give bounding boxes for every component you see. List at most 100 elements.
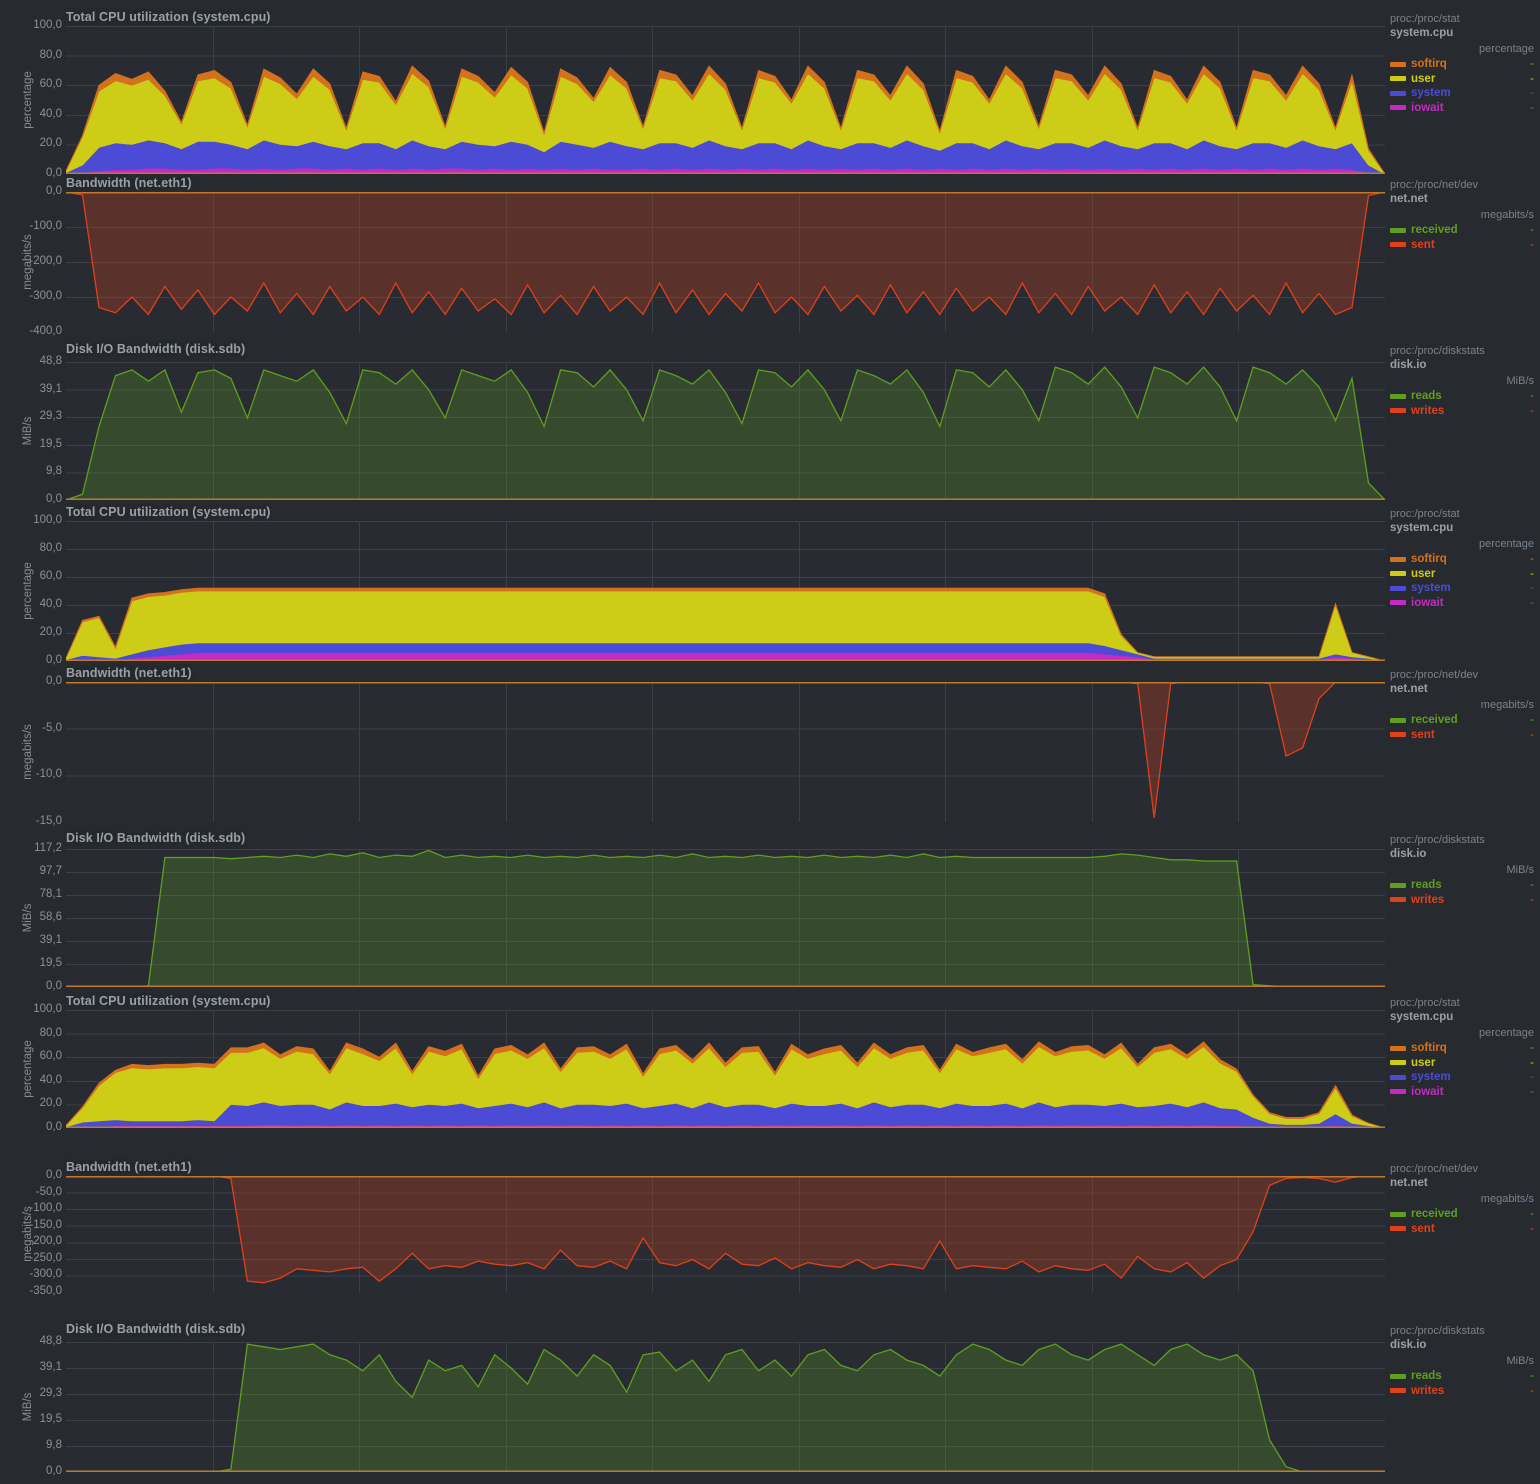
- y-tick: 100,0: [33, 19, 62, 31]
- legend-dimension-value: -: [1530, 87, 1534, 100]
- plot-wrap-disk-1: MiB/s 48,8 39,1 29,3 19,5 9,8 0,0: [0, 355, 1385, 505]
- legend-dimension-label: received: [1411, 1208, 1458, 1221]
- plot-wrap-net-2: megabits/s 0,0 -5,0 -10,0 -15,0: [0, 675, 1385, 827]
- y-tick: 40,0: [39, 1073, 62, 1086]
- y-tick: 78,1: [39, 888, 62, 900]
- legend-chart-id: net.net: [1390, 193, 1428, 205]
- legend-dimension-iowait[interactable]: iowait -: [1390, 596, 1540, 611]
- legend-disk-2: proc:/proc/diskstats disk.io MiB/s reads - wr…: [1390, 833, 1540, 907]
- y-tick: 97,7: [39, 865, 62, 877]
- y-tick: 29,3: [39, 1387, 62, 1399]
- legend-dimension-softirq[interactable]: softirq -: [1390, 552, 1540, 567]
- legend-cpu-2: proc:/proc/stat system.cpu percentage softi…: [1390, 507, 1540, 610]
- legend-swatch-received: [1390, 227, 1406, 233]
- legend-dimension-iowait[interactable]: iowait -: [1390, 101, 1540, 116]
- legend-dimension-value: -: [1530, 101, 1534, 114]
- plot-area-net-2[interactable]: [66, 682, 1385, 822]
- legend-cpu-3: proc:/proc/stat system.cpu percentage softi…: [1390, 996, 1540, 1099]
- y-tick: 0,0: [46, 675, 62, 687]
- plot-area-cpu-3[interactable]: [66, 1010, 1385, 1128]
- legend-dimension-received[interactable]: received -: [1390, 713, 1540, 728]
- plot-area-disk-2[interactable]: [66, 849, 1385, 987]
- legend-dimension-label: system: [1411, 582, 1451, 595]
- legend-net-2: proc:/proc/net/dev net.net megabits/s recei…: [1390, 668, 1540, 742]
- y-tick: 80,0: [39, 1026, 62, 1039]
- y-ticks-disk-1: 48,8 39,1 29,3 19,5 9,8 0,0: [0, 355, 62, 504]
- panel-title-disk-3: Disk I/O Bandwidth (disk.sdb): [66, 1322, 246, 1336]
- y-tick: 58,6: [39, 911, 62, 923]
- legend-dimension-writes[interactable]: writes -: [1390, 404, 1540, 419]
- y-tick: 60,0: [39, 1050, 62, 1063]
- legend-dimension-system[interactable]: system -: [1390, 581, 1540, 596]
- legend-dimension-label: writes: [1411, 893, 1445, 906]
- legend-swatch-received: [1390, 1211, 1406, 1217]
- y-tick: 39,1: [39, 934, 62, 946]
- y-tick: -15,0: [35, 815, 62, 827]
- plot-area-cpu-2[interactable]: [66, 521, 1385, 661]
- legend-dimension-label: softirq: [1411, 58, 1447, 71]
- legend-dimension-iowait[interactable]: iowait -: [1390, 1085, 1540, 1100]
- legend-dimension-value: -: [1530, 553, 1534, 566]
- legend-dimension-value: -: [1530, 714, 1534, 727]
- legend-dimension-label: sent: [1411, 728, 1435, 741]
- legend-dimension-received[interactable]: received -: [1390, 223, 1540, 238]
- plot-svg-net-1: [66, 192, 1385, 332]
- y-ticks-net-3: 0,0 -50,0 -100,0 -150,0 -200,0 -250,0 -300,0 -3…: [0, 1169, 62, 1296]
- legend-chart-id: disk.io: [1390, 1339, 1427, 1351]
- legend-dimension-value: -: [1530, 1370, 1534, 1383]
- series-line-sent: [66, 682, 1385, 818]
- legend-dimension-system[interactable]: system -: [1390, 86, 1540, 101]
- legend-dimension-label: reads: [1411, 879, 1442, 892]
- legend-dimension-softirq[interactable]: softirq -: [1390, 57, 1540, 72]
- legend-dimension-label: iowait: [1411, 596, 1444, 609]
- legend-dimension-writes[interactable]: writes -: [1390, 1384, 1540, 1399]
- y-tick: 60,0: [39, 78, 62, 91]
- legend-dimension-label: reads: [1411, 1370, 1442, 1383]
- legend-swatch-system: [1390, 585, 1406, 591]
- legend-dimension-value: -: [1530, 1384, 1534, 1397]
- plot-area-net-1[interactable]: [66, 192, 1385, 332]
- legend-dimension-user[interactable]: user -: [1390, 72, 1540, 87]
- legend-chart-id: system.cpu: [1390, 27, 1454, 39]
- legend-dimension-user[interactable]: user -: [1390, 567, 1540, 582]
- panel-title-disk-2: Disk I/O Bandwidth (disk.sdb): [66, 831, 246, 845]
- legend-dimension-value: -: [1530, 567, 1534, 580]
- legend-dimension-value: -: [1530, 879, 1534, 892]
- y-tick: -10,0: [35, 768, 62, 781]
- legend-dimension-writes[interactable]: writes -: [1390, 893, 1540, 908]
- y-tick: 48,8: [39, 1335, 62, 1347]
- legend-net-3: proc:/proc/net/dev net.net megabits/s recei…: [1390, 1162, 1540, 1236]
- legend-context: proc:/proc/net/dev: [1390, 179, 1479, 191]
- legend-dimension-value: -: [1530, 404, 1534, 417]
- legend-dimension-value: -: [1530, 1208, 1534, 1221]
- legend-dimension-softirq[interactable]: softirq -: [1390, 1041, 1540, 1056]
- y-tick: 0,0: [46, 980, 62, 992]
- plot-area-disk-3[interactable]: [66, 1342, 1385, 1472]
- legend-dimension-reads[interactable]: reads -: [1390, 389, 1540, 404]
- series-fill-reads: [66, 1344, 1385, 1472]
- legend-dimension-label: iowait: [1411, 101, 1444, 114]
- legend-dimension-value: -: [1530, 1071, 1534, 1084]
- plot-area-net-3[interactable]: [66, 1176, 1385, 1292]
- legend-dimension-system[interactable]: system -: [1390, 1070, 1540, 1085]
- legend-dimension-value: -: [1530, 728, 1534, 741]
- legend-cpu-1: proc:/proc/stat system.cpu percentage softi…: [1390, 12, 1540, 115]
- legend-swatch-user: [1390, 571, 1406, 577]
- legend-dimension-sent[interactable]: sent -: [1390, 1222, 1540, 1237]
- legend-dimension-sent[interactable]: sent -: [1390, 238, 1540, 253]
- legend-units: MiB/s: [1506, 1355, 1535, 1367]
- legend-dimension-received[interactable]: received -: [1390, 1207, 1540, 1222]
- legend-dimension-user[interactable]: user -: [1390, 1056, 1540, 1071]
- legend-units: MiB/s: [1506, 375, 1535, 387]
- legend-dimension-reads[interactable]: reads -: [1390, 1369, 1540, 1384]
- legend-units: percentage: [1478, 43, 1534, 55]
- plot-area-disk-1[interactable]: [66, 362, 1385, 500]
- legend-dimension-label: user: [1411, 72, 1436, 85]
- legend-disk-3: proc:/proc/diskstats disk.io MiB/s reads - wr…: [1390, 1324, 1540, 1398]
- legend-dimension-sent[interactable]: sent -: [1390, 728, 1540, 743]
- plot-area-cpu-1[interactable]: [66, 26, 1385, 174]
- y-tick: -100,0: [29, 220, 62, 232]
- legend-dimension-label: reads: [1411, 390, 1442, 403]
- legend-dimension-reads[interactable]: reads -: [1390, 878, 1540, 893]
- plot-wrap-cpu-1: percentage 100,0 80,0 60,0 40,0 20,0 0,0: [0, 19, 1385, 179]
